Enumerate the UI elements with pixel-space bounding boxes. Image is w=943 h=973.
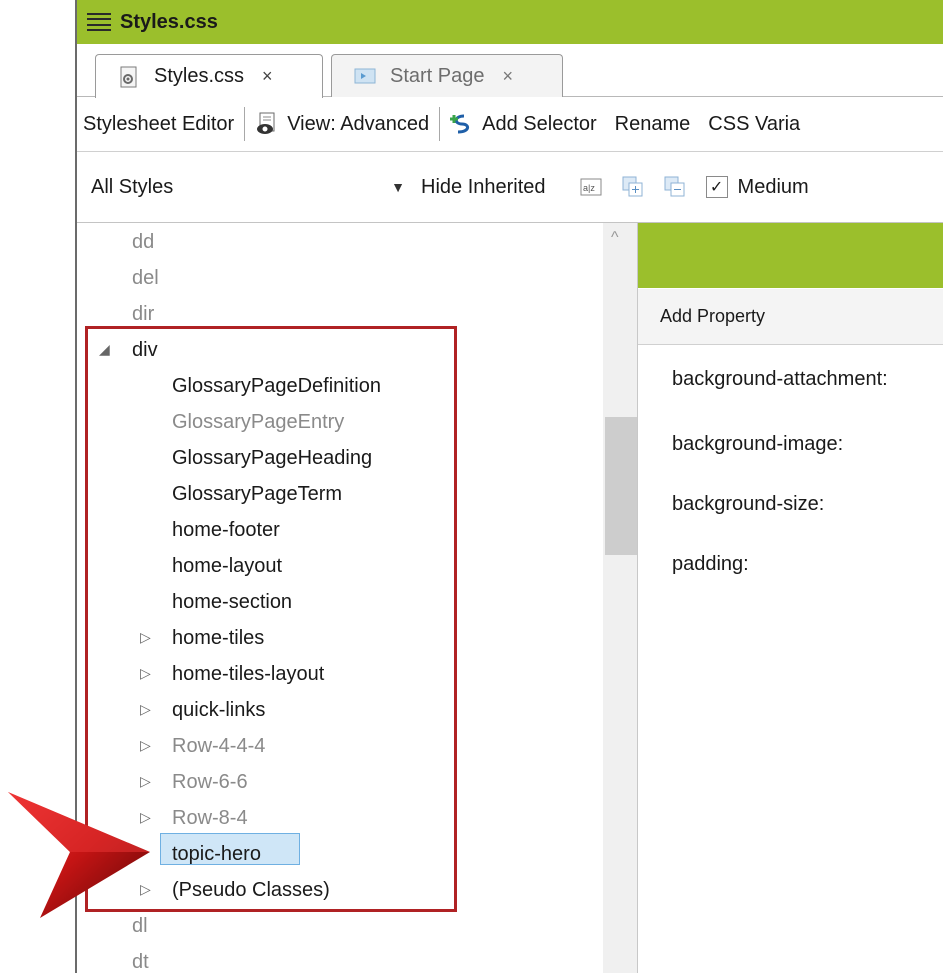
view-mode-label: View: Advanced <box>287 112 430 135</box>
property-name[interactable]: background-size: <box>672 493 824 516</box>
close-icon[interactable]: × <box>503 66 514 87</box>
scroll-up-icon[interactable]: ^ <box>611 229 619 247</box>
tab-styles-css[interactable]: Styles.css × <box>95 54 323 98</box>
stylesheet-editor-label: Stylesheet Editor <box>83 112 235 135</box>
title-bar: Styles.css <box>77 0 943 44</box>
add-selector-icon <box>450 114 470 134</box>
hide-inherited-button[interactable]: Hide Inherited <box>421 176 546 199</box>
style-filter-value: All Styles <box>91 175 174 198</box>
rename-button[interactable]: Rename <box>609 113 697 136</box>
tree-item[interactable]: dir <box>132 299 154 329</box>
hide-inherited-label: Hide Inherited <box>421 175 546 198</box>
scroll-thumb[interactable] <box>605 417 637 555</box>
start-page-icon <box>354 68 376 84</box>
toolbar-separator <box>439 107 441 141</box>
rename-label: Rename <box>614 112 691 135</box>
svg-text:a|z: a|z <box>583 183 595 193</box>
menu-icon[interactable] <box>87 13 111 31</box>
close-icon[interactable]: × <box>262 66 273 87</box>
css-variables-button[interactable]: CSS Varia <box>702 113 806 136</box>
tree-item-label: dd <box>132 231 155 253</box>
tree-item[interactable]: del <box>132 263 159 293</box>
sort-alphabetical-icon[interactable]: a|z <box>580 176 602 198</box>
tab-label: Start Page <box>390 64 485 87</box>
tree-item[interactable]: dt <box>132 947 149 973</box>
view-mode-button[interactable]: View: Advanced <box>249 112 435 136</box>
medium-label: Medium <box>737 175 809 198</box>
window-title: Styles.css <box>120 10 218 33</box>
tree-item[interactable]: dd <box>132 227 154 257</box>
tab-strip: Styles.css × Start Page × <box>77 44 943 98</box>
red-arrow-pointer-icon <box>8 792 150 918</box>
tree-scrollbar[interactable]: ^ <box>603 223 637 973</box>
tree-item-label: dt <box>132 951 149 973</box>
add-property-label: Add Property <box>660 306 766 326</box>
add-selector-label: Add Selector <box>482 112 597 135</box>
property-name[interactable]: padding: <box>672 553 749 576</box>
toolbar: Stylesheet Editor View: Advanced Add Sel… <box>77 97 943 152</box>
collapse-all-icon[interactable] <box>664 176 686 198</box>
properties-header <box>638 223 943 288</box>
view-eye-icon <box>257 112 275 134</box>
tree-item-label: dir <box>132 303 155 325</box>
tree-item-label: del <box>132 267 159 289</box>
editor-window: Styles.css Styles.css × Start Page × Sty… <box>75 0 943 973</box>
selector-tree: dd del dir div ◢ GlossaryPageDefinition Glossa… <box>77 223 637 973</box>
filter-bar: All Styles ▼ Hide Inherited a|z ✓ Medium <box>77 152 943 223</box>
property-name[interactable]: background-image: <box>672 433 843 456</box>
dropdown-arrow-icon: ▼ <box>391 179 405 195</box>
stylesheet-file-icon <box>120 66 137 87</box>
style-filter-dropdown[interactable]: All Styles ▼ <box>77 167 417 207</box>
checkmark-icon: ✓ <box>705 176 728 198</box>
add-property-button[interactable]: Add Property <box>638 289 943 345</box>
properties-pane: Add Property background-attachment: back… <box>637 223 943 973</box>
stylesheet-editor-button[interactable]: Stylesheet Editor <box>77 113 240 136</box>
tab-start-page[interactable]: Start Page × <box>331 54 563 97</box>
tab-label: Styles.css <box>154 65 245 87</box>
css-variables-label: CSS Varia <box>708 112 801 135</box>
toolbar-separator <box>244 107 246 141</box>
medium-checkbox[interactable]: ✓ Medium <box>705 175 809 199</box>
property-name[interactable]: background-attachment: <box>672 368 888 391</box>
expand-all-icon[interactable] <box>622 176 644 198</box>
add-selector-button[interactable]: Add Selector <box>444 112 603 136</box>
